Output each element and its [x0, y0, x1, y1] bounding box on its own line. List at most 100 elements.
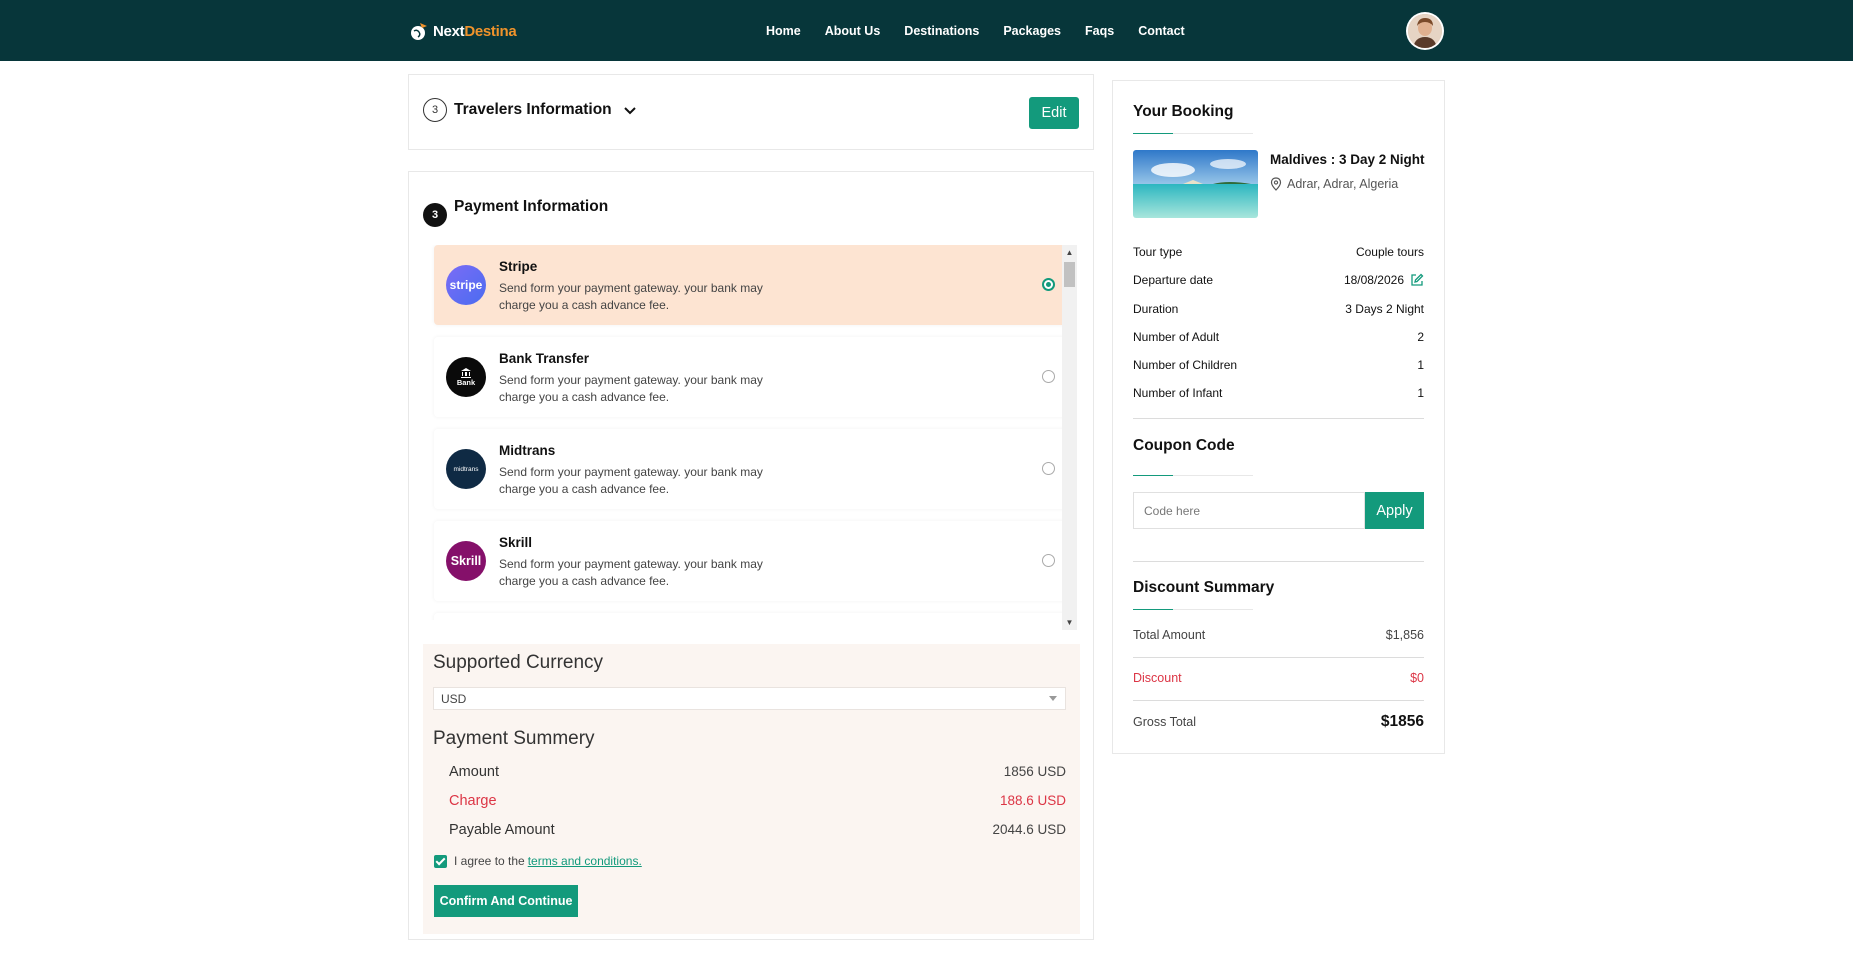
gross-label: Gross Total — [1133, 715, 1196, 729]
top-navbar: NextDestina Home About Us Destinations P… — [0, 0, 1853, 61]
method-name: Midtrans — [499, 443, 556, 458]
divider — [1133, 700, 1424, 701]
gross-value: $1856 — [1380, 713, 1424, 730]
payment-methods-list[interactable]: stripe Stripe Send form your payment gat… — [423, 245, 1063, 620]
payment-title: Payment Information — [454, 198, 609, 215]
payment-method-stripe[interactable]: stripe Stripe Send form your payment gat… — [434, 245, 1063, 325]
summary-charge-row: Charge 188.6 USD — [449, 793, 1066, 813]
nav-about-us[interactable]: About Us — [825, 24, 881, 38]
detail-value: 18/08/2026 — [1343, 273, 1404, 287]
confirm-and-continue-button[interactable]: Confirm And Continue — [434, 885, 578, 917]
apply-coupon-button[interactable]: Apply — [1365, 492, 1424, 529]
discount-summary-heading: Discount Summary — [1133, 579, 1275, 596]
total-label: Total Amount — [1133, 628, 1206, 642]
scroll-down-icon[interactable]: ▼ — [1062, 615, 1077, 630]
edit-travelers-button[interactable]: Edit — [1029, 97, 1079, 129]
payable-value: 2044.6 USD — [992, 822, 1066, 837]
terms-checkbox[interactable] — [434, 854, 447, 868]
method-description: Send form your payment gateway. your ban… — [499, 465, 763, 496]
coupon-placeholder: Code here — [1144, 503, 1201, 518]
midtrans-logo-icon: midtrans — [446, 449, 486, 489]
detail-label: Duration — [1133, 302, 1179, 316]
method-description: Send form your payment gateway. your ban… — [499, 557, 763, 588]
coupon-code-heading: Coupon Code — [1133, 437, 1235, 454]
method-name: Bank Transfer — [499, 351, 590, 366]
amount-label: Amount — [449, 764, 499, 780]
gross-total-row: Gross Total $1856 — [1133, 713, 1424, 735]
method-radio[interactable] — [1042, 462, 1055, 475]
tour-location-text: Adrar, Adrar, Algeria — [1287, 177, 1399, 191]
edit-date-icon[interactable] — [1410, 273, 1424, 287]
travelers-information-card: 3 Travelers Information Edit — [408, 74, 1094, 150]
tour-thumbnail — [1133, 150, 1258, 218]
detail-value: 3 Days 2 Night — [1345, 302, 1424, 316]
payment-summary-heading: Payment Summery — [433, 728, 595, 749]
detail-value: 2 — [1417, 330, 1424, 344]
method-name: Skrill — [499, 535, 533, 550]
scroll-up-icon[interactable]: ▲ — [1062, 245, 1077, 260]
payment-method-midtrans[interactable]: midtrans Midtrans Send form your payment… — [434, 429, 1063, 509]
payment-method-skrill[interactable]: Skrill Skrill Send form your payment gat… — [434, 521, 1063, 601]
charge-label: Charge — [449, 793, 497, 809]
agree-text: I agree to the — [454, 854, 525, 868]
nav-packages[interactable]: Packages — [1003, 24, 1061, 38]
tour-name: Maldives : 3 Day 2 Night — [1270, 152, 1425, 167]
user-avatar[interactable] — [1406, 12, 1444, 50]
heading-underline — [1133, 609, 1253, 610]
detail-adults: Number of Adult 2 — [1133, 330, 1424, 348]
brand-name-part2: Destina — [464, 22, 517, 40]
brand-logo[interactable]: NextDestina — [408, 19, 517, 43]
method-name: Stripe — [499, 259, 538, 274]
brand-name: NextDestina — [433, 22, 517, 40]
detail-tour-type: Tour type Couple tours — [1133, 245, 1424, 263]
stripe-logo-icon: stripe — [446, 265, 486, 305]
supported-currency-heading: Supported Currency — [433, 652, 604, 673]
method-description: Send form your payment gateway. your ban… — [499, 281, 763, 312]
tour-location: Adrar, Adrar, Algeria — [1270, 177, 1398, 191]
discount-label: Discount — [1133, 671, 1182, 685]
travelers-title[interactable]: Travelers Information — [454, 101, 612, 119]
charge-value: 188.6 USD — [999, 793, 1066, 808]
bank-logo-text: Bank — [456, 377, 476, 387]
terms-agreement: I agree to the terms and conditions. — [434, 854, 642, 868]
method-radio[interactable] — [1042, 370, 1055, 383]
divider — [1133, 561, 1424, 562]
brand-name-part1: Next — [433, 22, 465, 40]
nav-contact[interactable]: Contact — [1138, 24, 1185, 38]
nav-home[interactable]: Home — [766, 24, 801, 38]
method-radio[interactable] — [1042, 278, 1055, 291]
total-value: $1,856 — [1385, 628, 1424, 642]
method-radio[interactable] — [1042, 554, 1055, 567]
your-booking-card: Your Booking Maldives : 3 Day 2 Night Ad… — [1112, 80, 1445, 754]
payment-method-partial[interactable] — [434, 613, 1063, 620]
globe-plane-icon — [408, 20, 430, 42]
detail-label: Tour type — [1133, 245, 1183, 259]
chevron-down-icon[interactable] — [621, 101, 639, 119]
scrollbar-thumb[interactable] — [1064, 262, 1075, 287]
main-nav: Home About Us Destinations Packages Faqs… — [766, 0, 1209, 61]
detail-infants: Number of Infant 1 — [1133, 386, 1424, 404]
detail-duration: Duration 3 Days 2 Night — [1133, 302, 1424, 320]
bank-building-icon — [461, 367, 471, 378]
payment-information-card: 3 Payment Information stripe Stripe Send… — [408, 171, 1094, 940]
bank-logo-icon: Bank — [446, 357, 486, 397]
detail-label: Number of Children — [1133, 358, 1238, 372]
nav-faqs[interactable]: Faqs — [1085, 24, 1114, 38]
skrill-logo-icon: Skrill — [446, 541, 486, 581]
nav-destinations[interactable]: Destinations — [904, 24, 979, 38]
divider — [1133, 418, 1424, 419]
detail-label: Number of Infant — [1133, 386, 1223, 400]
method-description: Send form your payment gateway. your ban… — [499, 373, 763, 404]
coupon-input[interactable]: Code here — [1133, 492, 1365, 529]
methods-scrollbar[interactable]: ▲ ▼ — [1062, 245, 1077, 630]
detail-value: 1 — [1417, 358, 1424, 372]
terms-link[interactable]: terms and conditions. — [528, 854, 642, 868]
location-pin-icon — [1270, 177, 1282, 191]
summary-payable-row: Payable Amount 2044.6 USD — [449, 822, 1066, 842]
payment-method-bank-transfer[interactable]: Bank Bank Transfer Send form your paymen… — [434, 337, 1063, 417]
total-amount-row: Total Amount $1,856 — [1133, 628, 1424, 648]
detail-departure-date: Departure date 18/08/2026 — [1133, 273, 1424, 291]
currency-select[interactable]: USD — [433, 687, 1066, 710]
summary-amount-row: Amount 1856 USD — [449, 764, 1066, 784]
payment-details-area: Supported Currency USD Payment Summery A… — [423, 644, 1080, 934]
